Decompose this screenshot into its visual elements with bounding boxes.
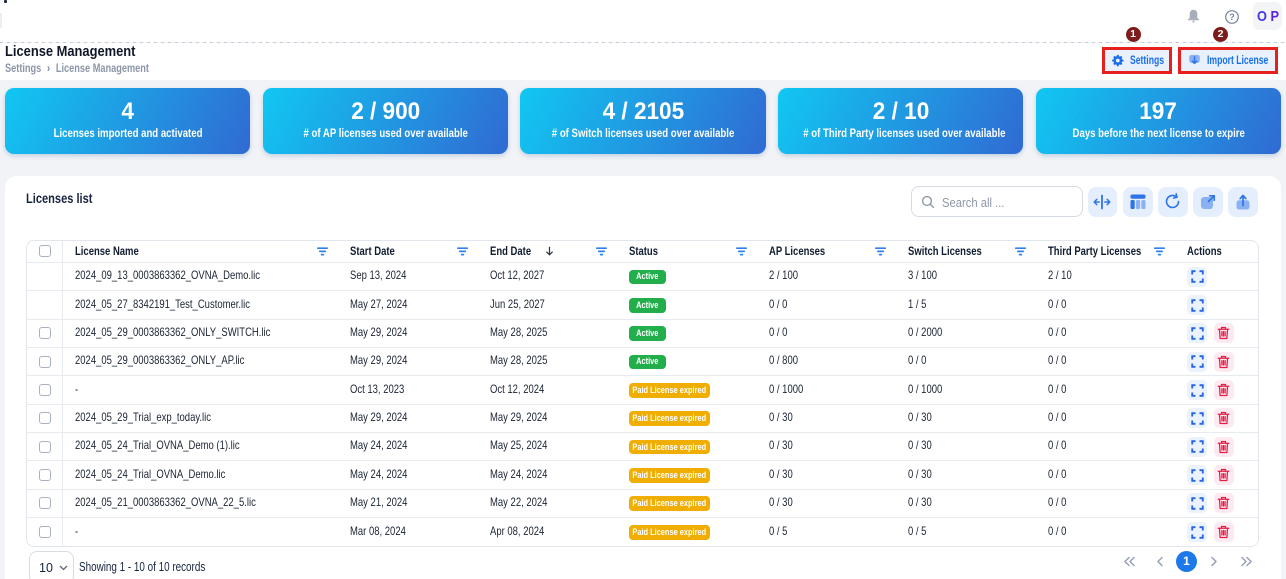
svg-text:?: ? [1229, 12, 1235, 22]
